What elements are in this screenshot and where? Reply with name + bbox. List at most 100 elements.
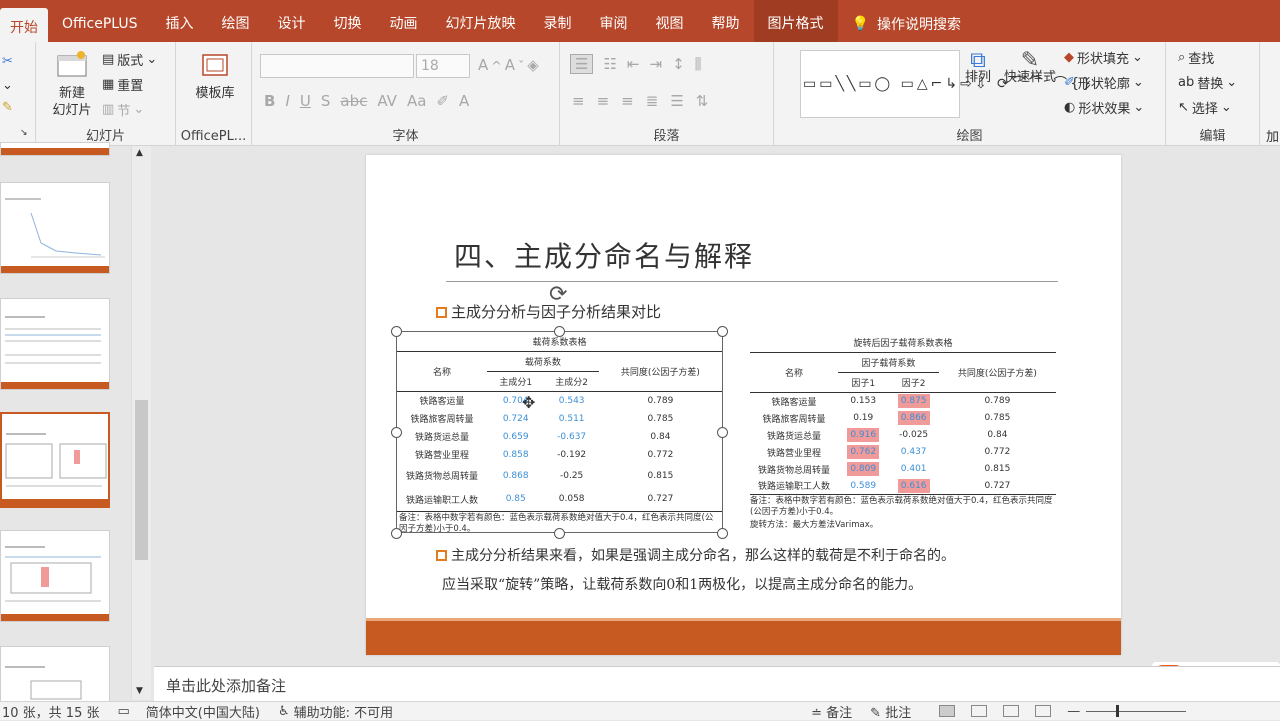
- align-left-icon[interactable]: ≡: [572, 92, 585, 110]
- align-right-icon[interactable]: ≡: [621, 92, 634, 110]
- cut-icon[interactable]: ✂: [2, 54, 13, 69]
- increase-indent-icon[interactable]: ⇥: [649, 55, 662, 73]
- shape-effects-button[interactable]: ◐ 形状效果 ⌄: [1064, 98, 1144, 117]
- slide-thumbnail[interactable]: [0, 646, 110, 706]
- resize-handle[interactable]: [717, 427, 728, 438]
- font-color-icon[interactable]: A: [459, 92, 469, 110]
- tab-record[interactable]: 录制: [530, 0, 586, 48]
- resize-handle[interactable]: [391, 427, 402, 438]
- spellcheck-icon[interactable]: ▭: [117, 704, 129, 719]
- text-direction-icon[interactable]: ⇅: [696, 92, 709, 110]
- justify-icon[interactable]: ≣: [646, 92, 659, 110]
- paragraph-align-buttons[interactable]: ≡ ≡ ≡ ≣ ☰ ⇅: [572, 92, 708, 110]
- notes-toggle[interactable]: ≐ 备注: [811, 702, 852, 721]
- shape-fill-label: 形状填充: [1077, 52, 1130, 67]
- reset-button[interactable]: ▦ 重置: [102, 75, 143, 94]
- bullets-icon[interactable]: ☰: [570, 54, 594, 74]
- table1-image[interactable]: 载荷系数表格 名称 载荷系数 共同度(公因子方差) 主成分1 主成分2 铁路客运量 0.…: [396, 331, 723, 534]
- change-case-icon[interactable]: Aa: [407, 92, 426, 110]
- layout-button[interactable]: ▤ 版式 ⌄: [102, 50, 157, 69]
- reading-view-icon[interactable]: [1003, 705, 1020, 717]
- accessibility-status[interactable]: 辅助功能: 不可用: [294, 702, 394, 721]
- quick-styles-button[interactable]: ✎ 快速样式: [1000, 50, 1060, 86]
- replace-button[interactable]: ab 替换 ⌄: [1178, 73, 1237, 92]
- scroll-down-icon[interactable]: ▼: [136, 686, 143, 696]
- slide-footer-bar: [366, 618, 1121, 655]
- tab-officeplus[interactable]: OfficePLUS: [48, 0, 152, 48]
- normal-view-icon[interactable]: [939, 705, 956, 717]
- table1-cell: 铁路客运量: [419, 397, 465, 408]
- strikethrough-icon[interactable]: abc: [340, 92, 367, 110]
- distribute-icon[interactable]: ☰: [670, 92, 683, 110]
- decrease-indent-icon[interactable]: ⇤: [627, 55, 640, 73]
- slide-thumbnail[interactable]: [0, 298, 110, 390]
- slide-thumbnail[interactable]: [0, 142, 110, 156]
- tab-picture-format[interactable]: 图片格式: [753, 0, 838, 48]
- tab-transitions[interactable]: 切换: [320, 0, 376, 48]
- resize-handle[interactable]: [717, 326, 728, 337]
- arrange-button[interactable]: ⧉ 排列: [960, 50, 996, 86]
- font-size-combo[interactable]: 18: [416, 54, 470, 78]
- tab-animations[interactable]: 动画: [376, 0, 432, 48]
- template-icon: [202, 54, 228, 76]
- align-center-icon[interactable]: ≡: [597, 92, 610, 110]
- zoom-slider-thumb[interactable]: [1116, 704, 1120, 717]
- chevron-down-icon: ⌄: [1132, 50, 1143, 65]
- template-library-button[interactable]: 模板库: [190, 52, 240, 102]
- zoom-out-icon[interactable]: —: [1067, 704, 1080, 719]
- table2-image[interactable]: 旋转后因子载荷系数表格 名称 因子载荷系数 共同度(公因子方差) 因子1 因子2 铁路…: [750, 333, 1056, 530]
- tab-slideshow[interactable]: 幻灯片放映: [432, 0, 530, 48]
- shape-fill-button[interactable]: ◆ 形状填充 ⌄: [1064, 48, 1143, 67]
- slideshow-view-icon[interactable]: [1035, 705, 1052, 717]
- notes-pane[interactable]: 单击此处添加备注: [154, 666, 1280, 701]
- columns-icon[interactable]: ⫼: [695, 55, 702, 73]
- slide-thumbnail[interactable]: [0, 182, 110, 274]
- tab-draw[interactable]: 绘图: [208, 0, 264, 48]
- scroll-up-icon[interactable]: ▲: [136, 148, 143, 158]
- slide-thumbnail-selected[interactable]: [0, 412, 110, 508]
- underline-icon[interactable]: U: [300, 92, 311, 110]
- format-painter-icon[interactable]: ✎: [2, 100, 13, 115]
- find-button[interactable]: ⌕ 查找: [1178, 48, 1214, 67]
- tab-design[interactable]: 设计: [264, 0, 320, 48]
- language-status[interactable]: 简体中文(中国大陆): [146, 702, 260, 721]
- dialog-launcher-icon[interactable]: ↘: [20, 128, 28, 138]
- italic-icon[interactable]: I: [285, 92, 289, 110]
- slide-title[interactable]: 四、主成分命名与解释: [454, 235, 754, 275]
- resize-handle[interactable]: [554, 528, 565, 539]
- table1: 载荷系数表格 名称 载荷系数 共同度(公因子方差) 主成分1 主成分2 铁路客运量 0.…: [397, 332, 722, 512]
- resize-handle[interactable]: [554, 326, 565, 337]
- tab-insert[interactable]: 插入: [152, 0, 208, 48]
- section-button[interactable]: ▥ 节 ⌄: [102, 100, 144, 119]
- resize-handle[interactable]: [391, 326, 402, 337]
- font-format-buttons[interactable]: B I U Sabc AV Aa ✐ A: [264, 92, 469, 110]
- line-spacing-icon[interactable]: ↕: [672, 55, 685, 73]
- font-size-controls[interactable]: A ^ Aˇ ◈: [478, 56, 539, 74]
- tell-me-search[interactable]: 💡 操作说明搜索: [838, 14, 975, 34]
- zoom-slider[interactable]: [1086, 704, 1187, 717]
- shadow-icon[interactable]: S: [321, 92, 331, 110]
- resize-handle[interactable]: [391, 528, 402, 539]
- new-slide-button[interactable]: 新建 幻灯片: [46, 50, 98, 119]
- tab-review[interactable]: 审阅: [586, 0, 642, 48]
- numbering-icon[interactable]: ☷: [603, 55, 616, 73]
- char-spacing-icon[interactable]: AV: [377, 92, 397, 110]
- select-button[interactable]: ↖ 选择 ⌄: [1178, 98, 1232, 117]
- resize-handle[interactable]: [717, 528, 728, 539]
- copy-icon[interactable]: ⌄: [2, 78, 13, 93]
- tab-help[interactable]: 帮助: [698, 0, 754, 48]
- highlight-icon[interactable]: ✐: [436, 92, 449, 110]
- slide-canvas[interactable]: 四、主成分命名与解释 ⟳ 主成分分析与因子分析结果对比 载荷系数表格 名称 载荷系…: [366, 155, 1121, 655]
- add-group-fragment[interactable]: 加: [1266, 126, 1279, 145]
- slide-sorter-icon[interactable]: [971, 705, 988, 717]
- bold-icon[interactable]: B: [264, 92, 275, 110]
- tab-view[interactable]: 视图: [642, 0, 698, 48]
- scroll-thumb[interactable]: [135, 400, 148, 560]
- paragraph-list-buttons[interactable]: ☰ ☷ ⇤ ⇥ ↕ ⫼: [570, 54, 702, 74]
- font-name-combo[interactable]: [260, 54, 414, 78]
- slide-thumbnail[interactable]: [0, 530, 110, 622]
- thumbnail-scrollbar[interactable]: ▲ ▼: [131, 146, 151, 700]
- comments-toggle[interactable]: ✎ 批注: [870, 702, 911, 721]
- shape-outline-button[interactable]: ✐ 形状轮廓 ⌄: [1064, 73, 1144, 92]
- shapes-gallery[interactable]: ▭▭╲╲▭◯ ▭△⌐↳⇨⇩ ⟳⌒⌒ ⌒{}: [800, 50, 1091, 118]
